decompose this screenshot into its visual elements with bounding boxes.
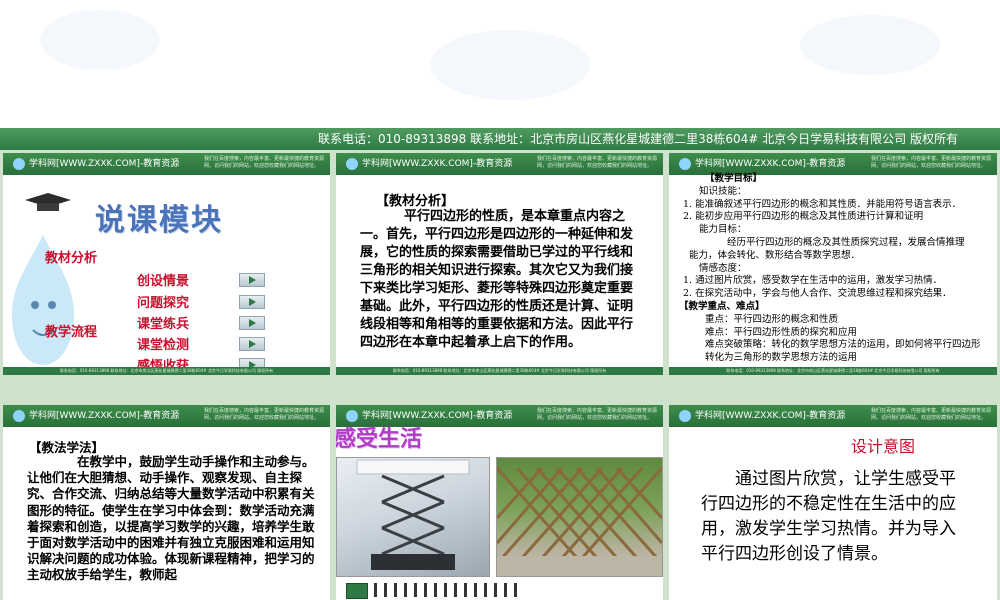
brand-logo-icon bbox=[13, 157, 25, 170]
lattice-fence-image bbox=[497, 466, 662, 576]
brand-text: 学科网[WWW.ZXXK.COM]-教育资源 bbox=[29, 159, 180, 169]
keypoints-heading: 【教学重点、难点】 bbox=[679, 300, 765, 312]
slide6-body: 通过图片欣赏，让学生感受平行四边形的不稳定性在生活中的应用，激发学生学习热情。并… bbox=[701, 469, 956, 564]
objective-line: 1. 能准确叙述平行四边形的概念和其性质．并能用符号语言表示． bbox=[683, 198, 962, 210]
objective-line: 能力，体会转化、数形结合等数学思想． bbox=[689, 249, 861, 261]
slide-3[interactable]: 学科网[WWW.ZXXK.COM]-教育资源 我们在百度搜索，内容最丰富、更新最… bbox=[669, 153, 997, 375]
header-note: 我们在百度搜索，内容最丰富、更新最快捷的教育资源网，访问我们的网站，欢迎您收藏我… bbox=[871, 408, 992, 421]
slide-6[interactable]: 学科网[WWW.ZXXK.COM]-教育资源 我们在百度搜索，内容最丰富、更新最… bbox=[669, 405, 997, 600]
brand-text: 学科网[WWW.ZXXK.COM]-教育资源 bbox=[695, 411, 846, 421]
brand-text: 学科网[WWW.ZXXK.COM]-教育资源 bbox=[695, 159, 846, 169]
slide-grid: 学科网[WWW.ZXXK.COM]-教育资源 我们在百度搜索，内容最丰富、更新最… bbox=[0, 150, 1000, 600]
watermark-shape bbox=[800, 15, 940, 75]
slide-2[interactable]: 学科网[WWW.ZXXK.COM]-教育资源 我们在百度搜索，内容最丰富、更新最… bbox=[336, 153, 663, 375]
photo-lattice-fence bbox=[496, 457, 663, 577]
slide4-body: 在教学中，鼓励学生动手操作和主动参与。让他们在大胆猜想、动手操作、观察发现、自主… bbox=[27, 454, 315, 583]
play-arrow-icon[interactable] bbox=[239, 295, 265, 309]
graduation-cap-icon bbox=[25, 193, 71, 211]
header-note: 我们在百度搜索，内容最丰富、更新最快捷的教育资源网，访问我们的网站，欢迎您收藏我… bbox=[204, 408, 325, 421]
objective-line: 1. 通过图片欣赏，感受数学在生活中的运用，激发学习热情． bbox=[683, 275, 943, 287]
contact-text: 联系电话：010-89313898 联系地址：北京市房山区燕化星城建德二里38栋… bbox=[318, 132, 958, 146]
objective-line: 2. 能初步应用平行四边形的概念及其性质进行计算和证明 bbox=[683, 211, 924, 223]
slide6-title: 设计意图 bbox=[851, 437, 916, 456]
contact-bar: 联系电话：010-89313898 联系地址：北京市房山区燕化星城建德二里38栋… bbox=[0, 128, 1000, 150]
brand-logo-icon bbox=[679, 409, 691, 422]
slide-header: 学科网[WWW.ZXXK.COM]-教育资源 我们在百度搜索，内容最丰富、更新最… bbox=[3, 153, 330, 175]
header-note: 我们在百度搜索，内容最丰富、更新最快捷的教育资源网，访问我们的网站，欢迎您收藏我… bbox=[537, 408, 658, 421]
objective-line: 2. 在探究活动中，学会与他人合作、交流思维过程和探究结果． bbox=[683, 288, 952, 300]
ability-label: 能力目标： bbox=[699, 224, 747, 236]
slide-1[interactable]: 学科网[WWW.ZXXK.COM]-教育资源 我们在百度搜索，内容最丰富、更新最… bbox=[3, 153, 330, 375]
slide-footer: 联系电话：010-89313898 联系地址：北京市房山区燕化星城建德二里38栋… bbox=[3, 367, 330, 375]
slide-header: 学科网[WWW.ZXXK.COM]-教育资源 我们在百度搜索，内容最丰富、更新最… bbox=[669, 405, 997, 427]
slide-4[interactable]: 学科网[WWW.ZXXK.COM]-教育资源 我们在百度搜索，内容最丰富、更新最… bbox=[3, 405, 330, 600]
slide1-title: 说课模块 bbox=[95, 203, 223, 238]
objective-line: 经历平行四边形的概念及其性质探究过程，发展合情推理 bbox=[727, 236, 965, 248]
brand-text: 学科网[WWW.ZXXK.COM]-教育资源 bbox=[29, 411, 180, 421]
slide2-body: 平行四边形的性质，是本章重点内容之一。首先，平行四边形是四边形的一种延伸和发展，… bbox=[360, 209, 634, 350]
header-note: 我们在百度搜索，内容最丰富、更新最快捷的教育资源网，访问我们的网站，欢迎您收藏我… bbox=[537, 156, 658, 169]
knowledge-label: 知识技能： bbox=[699, 185, 747, 197]
attitude-label: 情感态度： bbox=[699, 262, 747, 274]
slide2-heading: 【教材分析】 bbox=[376, 194, 455, 209]
watermark-shape bbox=[40, 10, 160, 70]
slide-header: 学科网[WWW.ZXXK.COM]-教育资源 我们在百度搜索，内容最丰富、更新最… bbox=[669, 153, 997, 175]
brand-logo-icon bbox=[346, 157, 358, 170]
photo-scissor-lift bbox=[336, 457, 490, 577]
slide-header: 学科网[WWW.ZXXK.COM]-教育资源 我们在百度搜索，内容最丰富、更新最… bbox=[336, 153, 663, 175]
header-note: 我们在百度搜索，内容最丰富、更新最快捷的教育资源网，访问我们的网站，欢迎您收藏我… bbox=[204, 156, 325, 169]
label-teaching-material: 教材分析 bbox=[45, 251, 98, 266]
keypoint-line: 难点突破策略：转化的数学思想方法的运用，即如何将平行四边形转化为三角形的数学思想… bbox=[705, 339, 981, 364]
keypoint-line: 重点：平行四边形的概念和性质 bbox=[705, 313, 839, 325]
objectives-heading: 【教学目标】 bbox=[705, 173, 763, 184]
brand-text: 学科网[WWW.ZXXK.COM]-教育资源 bbox=[362, 411, 513, 421]
play-arrow-icon[interactable] bbox=[239, 337, 265, 351]
menu-item-test[interactable]: 课堂检测 bbox=[137, 334, 189, 353]
speaker-icon[interactable] bbox=[346, 583, 368, 599]
slide5-title: 感受生活 bbox=[336, 426, 423, 452]
brand-logo-icon bbox=[679, 157, 691, 170]
menu-item-practice[interactable]: 课堂练兵 bbox=[137, 313, 189, 332]
brand-logo-icon bbox=[346, 409, 358, 422]
label-teaching-process: 教学流程 bbox=[45, 325, 98, 340]
brand-text: 学科网[WWW.ZXXK.COM]-教育资源 bbox=[362, 159, 513, 169]
menu-item-scenario[interactable]: 创设情景 bbox=[137, 270, 189, 289]
watermark-shape bbox=[430, 30, 590, 100]
slide-footer: 联系电话：010-89313898 联系地址：北京市房山区燕化星城建德二里38栋… bbox=[669, 367, 997, 375]
brand-logo-icon bbox=[13, 409, 25, 422]
scissor-lift-image bbox=[356, 459, 470, 570]
play-arrow-icon[interactable] bbox=[239, 273, 265, 287]
slide3-text: 【教学目标】 知识技能： 1. 能准确叙述平行四边形的概念和其性质．并能用符号语… bbox=[679, 173, 989, 365]
play-arrow-icon[interactable] bbox=[239, 316, 265, 330]
header-note: 我们在百度搜索，内容最丰富、更新最快捷的教育资源网，访问我们的网站，欢迎您收藏我… bbox=[871, 156, 992, 169]
keypoint-line: 难点：平行四边形性质的探究和应用 bbox=[705, 326, 858, 338]
blank-top-area bbox=[0, 0, 1000, 128]
slide-5[interactable]: 学科网[WWW.ZXXK.COM]-教育资源 我们在百度搜索，内容最丰富、更新最… bbox=[336, 405, 663, 600]
menu-item-inquiry[interactable]: 问题探究 bbox=[137, 292, 189, 311]
slide-header: 学科网[WWW.ZXXK.COM]-教育资源 我们在百度搜索，内容最丰富、更新最… bbox=[3, 405, 330, 427]
media-progress-ticks[interactable] bbox=[374, 583, 524, 597]
slide-footer: 联系电话：010-89313898 联系地址：北京市房山区燕化星城建德二里38栋… bbox=[336, 367, 663, 375]
